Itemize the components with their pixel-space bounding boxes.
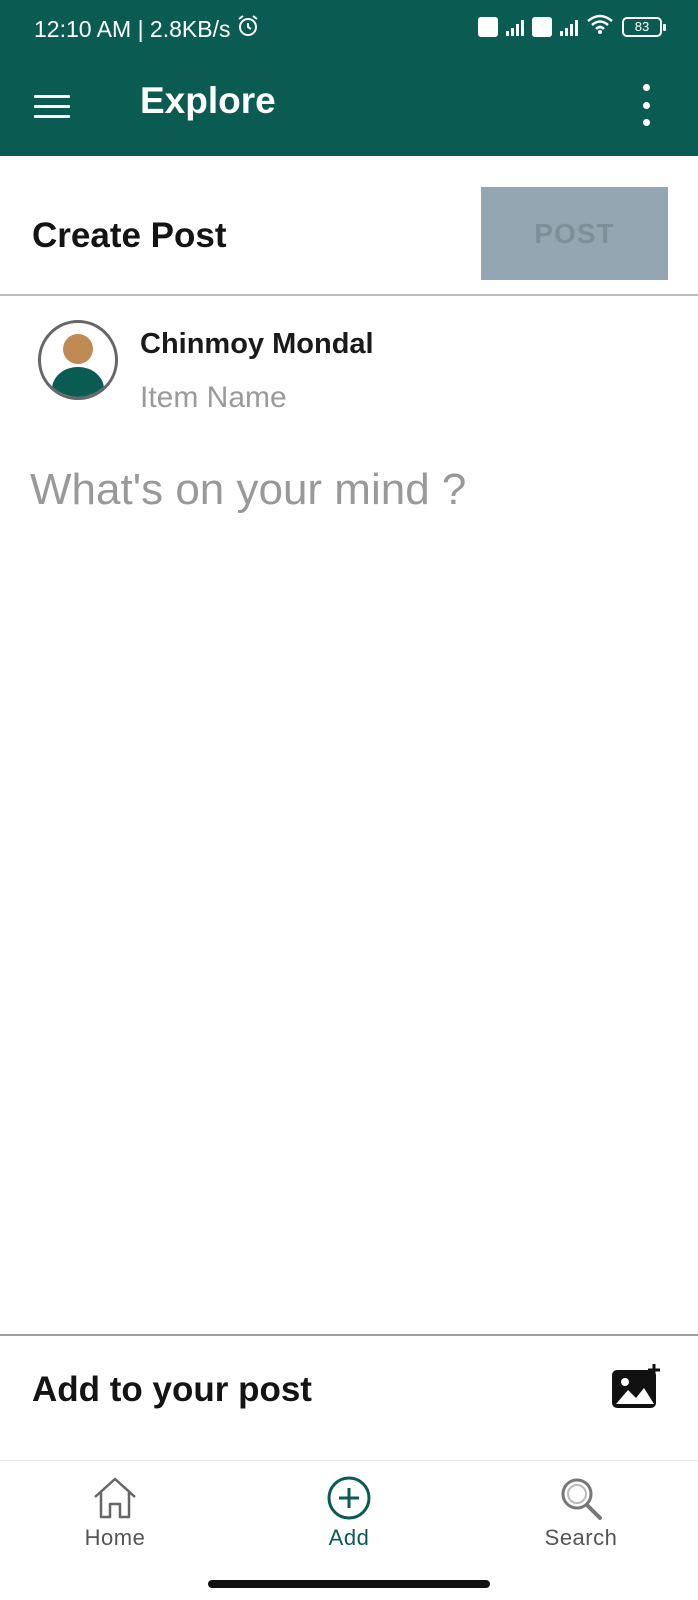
avatar — [38, 320, 118, 400]
item-name[interactable]: Item Name — [140, 381, 287, 415]
status-time-speed: 12:10 AM | 2.8KB/s — [34, 15, 231, 42]
create-post-header: Create Post POST — [0, 156, 698, 296]
more-vert-icon[interactable] — [640, 84, 652, 126]
bottom-navigation: Home Add Search — [0, 1460, 698, 1600]
battery-level: 83 — [634, 19, 650, 34]
add-to-post-title: Add to your post — [32, 1370, 312, 1409]
user-name: Chinmoy Mondal — [140, 328, 374, 360]
nav-search-label: Search — [544, 1525, 618, 1550]
gesture-navigation-bar[interactable] — [208, 1580, 490, 1588]
nav-add-label: Add — [328, 1525, 370, 1550]
nav-home[interactable]: Home — [35, 1475, 195, 1565]
status-right: 83 — [478, 13, 666, 40]
post-text-input[interactable] — [30, 455, 670, 525]
hamburger-menu-icon[interactable] — [34, 86, 74, 126]
create-post-title: Create Post — [32, 216, 227, 255]
volte-icon — [478, 16, 498, 37]
search-icon — [561, 1478, 602, 1520]
home-icon — [94, 1477, 136, 1519]
nav-home-label: Home — [84, 1525, 146, 1550]
toolbar-title: Explore — [140, 80, 276, 121]
add-circle-icon — [327, 1476, 371, 1520]
status-bar: 12:10 AM | 2.8KB/s 83 — [0, 0, 698, 56]
nav-search[interactable]: Search — [501, 1475, 661, 1565]
app-header: 12:10 AM | 2.8KB/s 83 Explore — [0, 0, 698, 156]
battery-icon: 83 — [622, 16, 666, 37]
signal-icon — [560, 18, 578, 36]
user-avatar-icon — [52, 334, 104, 397]
toolbar: Explore — [0, 56, 698, 156]
user-info: Chinmoy Mondal Item Name — [0, 298, 698, 438]
alarm-icon — [236, 14, 260, 44]
wifi-icon — [586, 13, 614, 40]
nav-add[interactable]: Add — [269, 1475, 429, 1565]
add-to-post-bar: Add to your post — [0, 1334, 698, 1460]
post-button[interactable]: POST — [481, 187, 668, 280]
volte-icon — [532, 16, 552, 37]
add-photo-icon[interactable] — [610, 1362, 664, 1412]
signal-icon — [506, 18, 524, 36]
status-left: 12:10 AM | 2.8KB/s — [34, 14, 260, 44]
